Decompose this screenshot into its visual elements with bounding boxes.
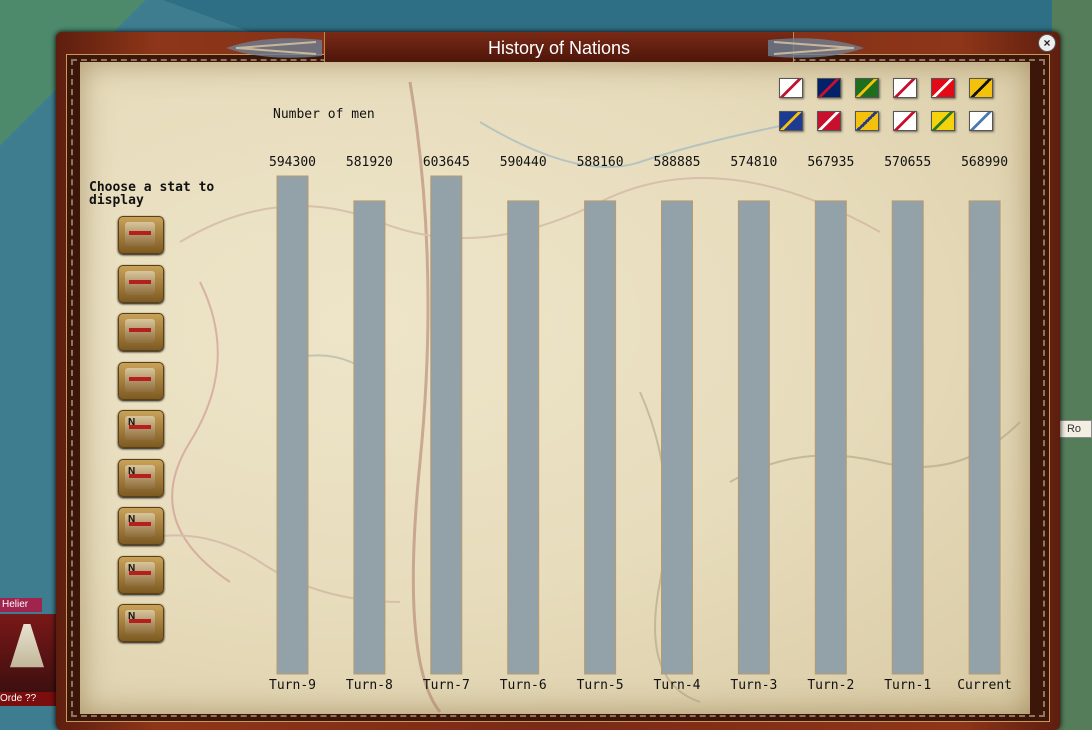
flag-6[interactable] — [969, 78, 993, 98]
flag-4[interactable] — [893, 78, 917, 98]
stat-button-1[interactable] — [118, 216, 164, 254]
artillery-icon: N — [125, 513, 155, 537]
flag-2[interactable] — [817, 78, 841, 98]
stat-button-7[interactable]: N — [118, 507, 164, 545]
cannon-icon — [125, 270, 155, 295]
flag-12[interactable] — [969, 111, 993, 131]
stat-button-letter: N — [128, 514, 136, 525]
stat-button-letter: N — [128, 417, 136, 428]
stat-title: Number of men — [273, 107, 375, 122]
city-name-label: Helier — [0, 598, 42, 612]
stat-button-9[interactable]: N — [118, 604, 164, 642]
soldiers-icon — [125, 367, 155, 392]
title-ornament-left-icon — [226, 38, 322, 58]
flag-8[interactable] — [817, 111, 841, 131]
flag-9[interactable] — [855, 111, 879, 131]
order-label: Orde ?? — [0, 692, 56, 706]
stat-button-letter: N — [128, 465, 136, 477]
flag-11[interactable] — [931, 111, 955, 131]
map-badge: Ro — [1056, 420, 1092, 438]
map-texture — [129, 81, 1021, 713]
ship-icon — [125, 319, 155, 343]
flag-stat-icon: N — [125, 610, 155, 634]
choose-stat-label: Choose a stat to display — [89, 180, 215, 208]
casualties-icon: N — [125, 561, 155, 586]
stat-button-6[interactable]: N — [118, 458, 164, 497]
infantry-icon: N — [125, 416, 155, 440]
title-bar: History of Nations — [324, 32, 794, 65]
cavalry-icon: N — [125, 464, 155, 489]
stat-button-letter: N — [128, 611, 136, 622]
parchment-panel — [80, 62, 1030, 714]
stat-button-2[interactable] — [118, 264, 164, 303]
building-icon — [125, 222, 155, 246]
stat-button-8[interactable]: N — [118, 555, 164, 594]
flag-10[interactable] — [893, 111, 917, 131]
flag-3[interactable] — [855, 78, 879, 98]
flag-5[interactable] — [931, 78, 955, 98]
title-ornament-right-icon — [768, 38, 864, 58]
flag-1[interactable] — [779, 78, 803, 98]
stat-button-3[interactable] — [118, 313, 164, 351]
ship-card[interactable] — [0, 614, 58, 692]
stat-button-letter: N — [128, 562, 136, 574]
stat-button-4[interactable] — [118, 361, 164, 400]
close-button[interactable]: × — [1038, 34, 1056, 52]
flag-7[interactable] — [779, 111, 803, 131]
stat-button-5[interactable]: N — [118, 410, 164, 448]
window-title: History of Nations — [487, 38, 631, 58]
